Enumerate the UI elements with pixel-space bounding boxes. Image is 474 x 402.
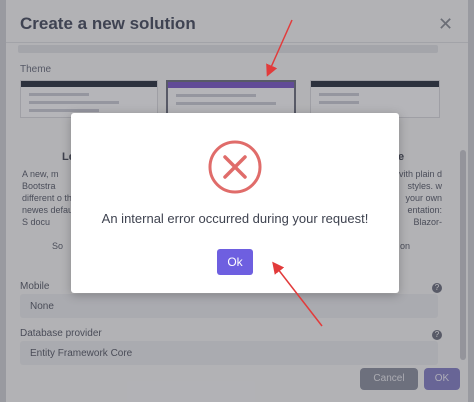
annotation-arrow-bottom: [272, 261, 323, 327]
annotation-arrow-top: [266, 19, 293, 77]
annotation-arrows: [266, 19, 323, 327]
